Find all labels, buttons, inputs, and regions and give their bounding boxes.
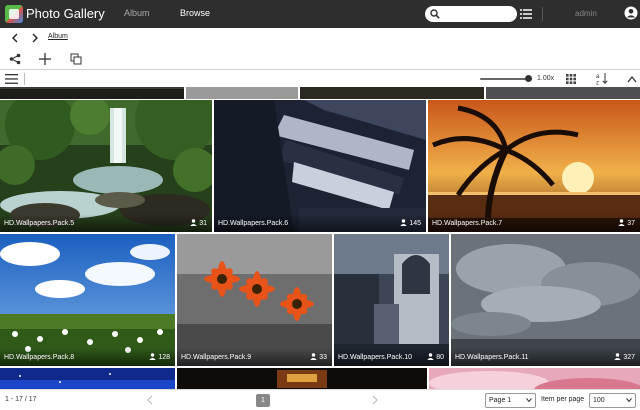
photo-count-value: 145 [409, 220, 421, 227]
item-range: 1 - 17 / 17 [5, 396, 37, 403]
partial-tile[interactable] [186, 87, 298, 99]
page-select-value: Page 1 [489, 397, 512, 404]
items-per-page-label: Item per page [541, 396, 585, 403]
album-name: HD.Wallpapers.Pack.11 [455, 354, 529, 361]
photo-gallery-app: Photo Gallery Album Browse admin Album 1… [0, 0, 640, 410]
meadow-thumbnail [0, 234, 175, 366]
photo-grid: HD.Wallpapers.Pack.5 31 HD.Wallpapers.Pa… [0, 87, 640, 389]
chevron-left-icon[interactable] [146, 395, 154, 405]
photo-count: 145 [400, 219, 421, 227]
copy-icon[interactable] [70, 53, 82, 65]
toolbar-separator [0, 69, 640, 70]
view-toolbar-divider [24, 73, 25, 85]
app-logo [5, 5, 23, 23]
album-name: HD.Wallpapers.Pack.8 [4, 354, 75, 361]
flowers-thumbnail [177, 234, 332, 366]
add-icon[interactable] [38, 52, 52, 66]
account-icon[interactable] [624, 6, 638, 20]
album-tile[interactable]: HD.Wallpapers.Pack.11 327 [451, 234, 640, 366]
share-icon[interactable] [9, 53, 21, 65]
zoom-slider-handle[interactable] [525, 75, 532, 82]
people-icon [149, 353, 157, 360]
photo-count: 327 [614, 353, 635, 361]
photo-count: 33 [310, 353, 327, 361]
album-name: HD.Wallpapers.Pack.6 [218, 220, 289, 227]
menu-icon[interactable] [5, 73, 18, 85]
people-icon [618, 219, 625, 226]
people-icon [310, 353, 317, 360]
nav-browse-link[interactable]: Browse [180, 8, 210, 18]
list-icon[interactable] [520, 8, 532, 20]
chevron-up-icon[interactable] [627, 75, 637, 83]
clouds-thumbnail [451, 234, 640, 366]
breadcrumb-album[interactable]: Album [48, 33, 68, 40]
partial-tile[interactable] [0, 87, 184, 99]
album-tile[interactable]: HD.Wallpapers.Pack.9 33 [177, 234, 332, 366]
chevron-right-icon[interactable] [371, 395, 379, 405]
people-icon [400, 219, 408, 226]
back-icon[interactable] [10, 33, 20, 43]
chevron-down-icon [626, 398, 632, 403]
waterfall-thumbnail [0, 100, 212, 232]
photo-count-value: 327 [623, 354, 635, 361]
app-title: Photo Gallery [26, 6, 105, 21]
album-name: HD.Wallpapers.Pack.10 [338, 354, 413, 361]
album-name: HD.Wallpapers.Pack.7 [432, 220, 503, 227]
pagination-bar: 1 - 17 / 17 1 Page 1 Item per page 100 [0, 389, 640, 410]
svg-text:a: a [596, 74, 600, 80]
partial-tile[interactable] [486, 87, 640, 99]
items-per-page-value: 100 [593, 397, 605, 404]
album-tile[interactable]: HD.Wallpapers.Pack.5 31 [0, 100, 212, 232]
album-tile[interactable]: HD.Wallpapers.Pack.10 80 [334, 234, 449, 366]
page-select[interactable]: Page 1 [485, 393, 536, 408]
photo-count-value: 80 [436, 354, 444, 361]
current-page[interactable]: 1 [256, 394, 270, 407]
album-tile[interactable]: HD.Wallpapers.Pack.6 145 [214, 100, 426, 232]
ruins-thumbnail [334, 234, 449, 366]
partial-tile[interactable] [300, 87, 484, 99]
grid-icon[interactable] [566, 74, 576, 84]
people-icon [427, 353, 434, 360]
forward-icon[interactable] [30, 33, 40, 43]
top-bar: Photo Gallery Album Browse admin [0, 0, 640, 28]
user-name[interactable]: admin [575, 9, 597, 18]
people-icon [614, 353, 622, 360]
photo-count-value: 128 [158, 354, 170, 361]
photo-count: 128 [149, 353, 170, 361]
photo-count-value: 31 [199, 220, 207, 227]
photo-count-value: 37 [627, 220, 635, 227]
items-per-page-select[interactable]: 100 [589, 393, 636, 408]
nav-album-link[interactable]: Album [124, 8, 150, 18]
album-tile[interactable]: HD.Wallpapers.Pack.7 37 [428, 100, 640, 232]
architecture-thumbnail [214, 100, 426, 232]
search-input[interactable] [425, 6, 517, 22]
topbar-divider [542, 7, 543, 21]
photo-count: 31 [190, 219, 207, 227]
partial-tile[interactable] [177, 368, 427, 389]
photo-count-value: 33 [319, 354, 327, 361]
photo-count: 80 [427, 353, 444, 361]
album-name: HD.Wallpapers.Pack.5 [4, 220, 75, 227]
album-tile[interactable]: HD.Wallpapers.Pack.8 128 [0, 234, 175, 366]
zoom-slider[interactable] [480, 75, 532, 82]
svg-text:z: z [596, 81, 599, 86]
sort-az-icon[interactable]: a z [596, 72, 610, 85]
search-icon [430, 9, 440, 19]
partial-tile[interactable] [0, 368, 175, 389]
chevron-down-icon [526, 398, 532, 403]
album-name: HD.Wallpapers.Pack.9 [181, 354, 252, 361]
sunset-palm-thumbnail [428, 100, 640, 232]
photo-count: 37 [618, 219, 635, 227]
people-icon [190, 219, 197, 226]
zoom-level: 1.00x [537, 75, 555, 82]
partial-tile[interactable] [429, 368, 640, 389]
